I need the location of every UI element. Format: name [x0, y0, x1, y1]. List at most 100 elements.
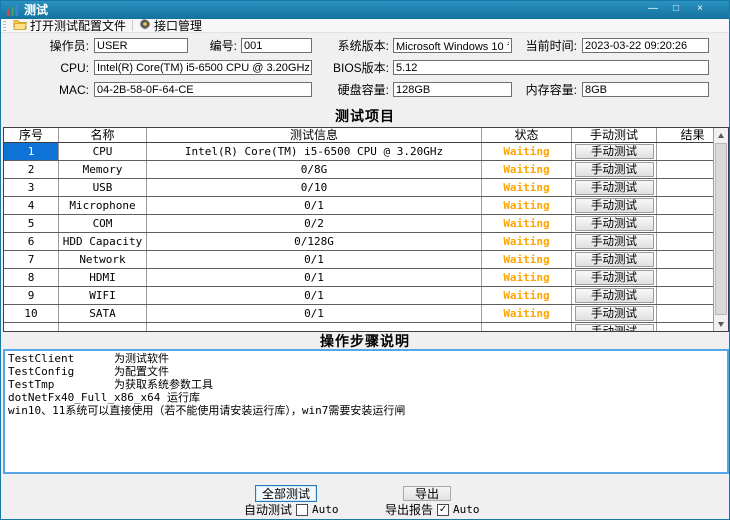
row-info-cell[interactable]: 0/8G — [147, 161, 482, 178]
manual-test-button[interactable]: 手动测试 — [575, 180, 654, 195]
bios-version-field[interactable] — [393, 60, 709, 75]
column-header-name: 名称 — [59, 128, 147, 142]
manual-test-cell: 手动测试 — [572, 197, 657, 214]
manual-test-button[interactable]: 手动测试 — [575, 234, 654, 249]
current-time-label: 当前时间: — [511, 39, 577, 54]
row-number-cell[interactable] — [4, 323, 59, 331]
table-row: 10SATA0/1Waiting手动测试 — [4, 305, 728, 323]
manual-test-button[interactable]: 手动测试 — [575, 252, 654, 267]
manual-test-button[interactable]: 手动测试 — [575, 324, 654, 331]
row-name-cell[interactable]: CPU — [59, 143, 147, 160]
steps-line: TestClient 为测试软件 — [8, 352, 724, 365]
gear-icon — [139, 18, 151, 33]
row-number-cell[interactable]: 6 — [4, 233, 59, 250]
manual-test-button[interactable]: 手动测试 — [575, 198, 654, 213]
manual-test-cell: 手动测试 — [572, 215, 657, 232]
row-name-cell[interactable]: WIFI — [59, 287, 147, 304]
toolbar-grip — [3, 21, 6, 31]
row-name-cell[interactable]: HDMI — [59, 269, 147, 286]
row-status-cell[interactable]: Waiting — [482, 179, 572, 196]
ram-capacity-label: 内存容量: — [511, 83, 577, 98]
row-name-cell[interactable] — [59, 323, 147, 331]
row-status-cell[interactable]: Waiting — [482, 233, 572, 250]
minimize-button[interactable]: — — [644, 2, 662, 16]
os-version-field[interactable] — [393, 38, 512, 53]
table-row: 7Network0/1Waiting手动测试 — [4, 251, 728, 269]
row-name-cell[interactable]: Memory — [59, 161, 147, 178]
auto-test-group: 自动测试 Auto — [244, 503, 339, 516]
manual-test-button[interactable]: 手动测试 — [575, 270, 654, 285]
row-number-cell[interactable]: 2 — [4, 161, 59, 178]
row-info-cell[interactable]: 0/1 — [147, 287, 482, 304]
steps-text[interactable]: TestClient 为测试软件TestConfig 为配置文件TestTmp … — [3, 349, 729, 474]
row-info-cell[interactable]: 0/1 — [147, 305, 482, 322]
manual-test-cell: 手动测试 — [572, 305, 657, 322]
row-name-cell[interactable]: SATA — [59, 305, 147, 322]
row-info-cell[interactable]: 0/128G — [147, 233, 482, 250]
row-info-cell[interactable]: 0/1 — [147, 197, 482, 214]
export-report-label: 导出报告 — [385, 501, 433, 518]
row-info-cell[interactable]: Intel(R) Core(TM) i5-6500 CPU @ 3.20GHz — [147, 143, 482, 160]
row-number-cell[interactable]: 10 — [4, 305, 59, 322]
row-number-cell[interactable]: 8 — [4, 269, 59, 286]
manual-test-button[interactable]: 手动测试 — [575, 306, 654, 321]
ram-capacity-field[interactable] — [582, 82, 709, 97]
operator-label: 操作员: — [21, 39, 89, 54]
test-all-button[interactable]: 全部测试 — [255, 485, 317, 502]
row-info-cell[interactable]: 0/10 — [147, 179, 482, 196]
row-name-cell[interactable]: Microphone — [59, 197, 147, 214]
export-button[interactable]: 导出 — [403, 486, 451, 501]
cpu-field[interactable] — [94, 60, 312, 75]
manual-test-button[interactable]: 手动测试 — [575, 162, 654, 177]
row-info-cell[interactable] — [147, 323, 482, 331]
row-number-cell[interactable]: 7 — [4, 251, 59, 268]
table-scrollbar[interactable] — [713, 128, 728, 331]
row-status-cell[interactable]: Waiting — [482, 305, 572, 322]
export-report-option-label[interactable]: Auto — [453, 503, 480, 516]
number-field[interactable] — [241, 38, 312, 53]
close-button[interactable]: × — [691, 2, 709, 16]
table-row: 5COM0/2Waiting手动测试 — [4, 215, 728, 233]
row-info-cell[interactable]: 0/1 — [147, 251, 482, 268]
current-time-field[interactable] — [582, 38, 709, 53]
scrollbar-down-button[interactable] — [714, 317, 728, 331]
row-info-cell[interactable]: 0/1 — [147, 269, 482, 286]
row-status-cell[interactable]: Waiting — [482, 161, 572, 178]
manual-test-cell: 手动测试 — [572, 251, 657, 268]
auto-test-option-label[interactable]: Auto — [312, 503, 339, 516]
row-name-cell[interactable]: USB — [59, 179, 147, 196]
open-config-button[interactable]: 打开测试配置文件 — [9, 19, 130, 33]
row-name-cell[interactable]: COM — [59, 215, 147, 232]
hdd-capacity-field[interactable] — [393, 82, 512, 97]
manual-test-cell: 手动测试 — [572, 323, 657, 331]
row-info-cell[interactable]: 0/2 — [147, 215, 482, 232]
scrollbar-thumb[interactable] — [715, 143, 727, 315]
row-number-cell[interactable]: 1 — [4, 143, 59, 160]
app-icon — [6, 4, 19, 17]
row-number-cell[interactable]: 5 — [4, 215, 59, 232]
table-row: 8HDMI0/1Waiting手动测试 — [4, 269, 728, 287]
interface-mgmt-button[interactable]: 接口管理 — [135, 19, 206, 33]
manual-test-button[interactable]: 手动测试 — [575, 216, 654, 231]
row-status-cell[interactable] — [482, 323, 572, 331]
manual-test-button[interactable]: 手动测试 — [575, 288, 654, 303]
auto-test-checkbox[interactable] — [296, 504, 308, 516]
row-status-cell[interactable]: Waiting — [482, 269, 572, 286]
row-status-cell[interactable]: Waiting — [482, 215, 572, 232]
mac-field[interactable] — [94, 82, 312, 97]
row-number-cell[interactable]: 4 — [4, 197, 59, 214]
operator-field[interactable] — [94, 38, 188, 53]
export-report-checkbox[interactable]: ✓ — [437, 504, 449, 516]
row-status-cell[interactable]: Waiting — [482, 197, 572, 214]
row-number-cell[interactable]: 3 — [4, 179, 59, 196]
row-status-cell[interactable]: Waiting — [482, 251, 572, 268]
manual-test-button[interactable]: 手动测试 — [575, 144, 654, 159]
maximize-button[interactable]: □ — [667, 2, 685, 16]
mac-label: MAC: — [21, 83, 89, 98]
row-status-cell[interactable]: Waiting — [482, 143, 572, 160]
row-name-cell[interactable]: HDD Capacity — [59, 233, 147, 250]
row-name-cell[interactable]: Network — [59, 251, 147, 268]
scrollbar-up-button[interactable] — [714, 128, 728, 142]
row-status-cell[interactable]: Waiting — [482, 287, 572, 304]
row-number-cell[interactable]: 9 — [4, 287, 59, 304]
